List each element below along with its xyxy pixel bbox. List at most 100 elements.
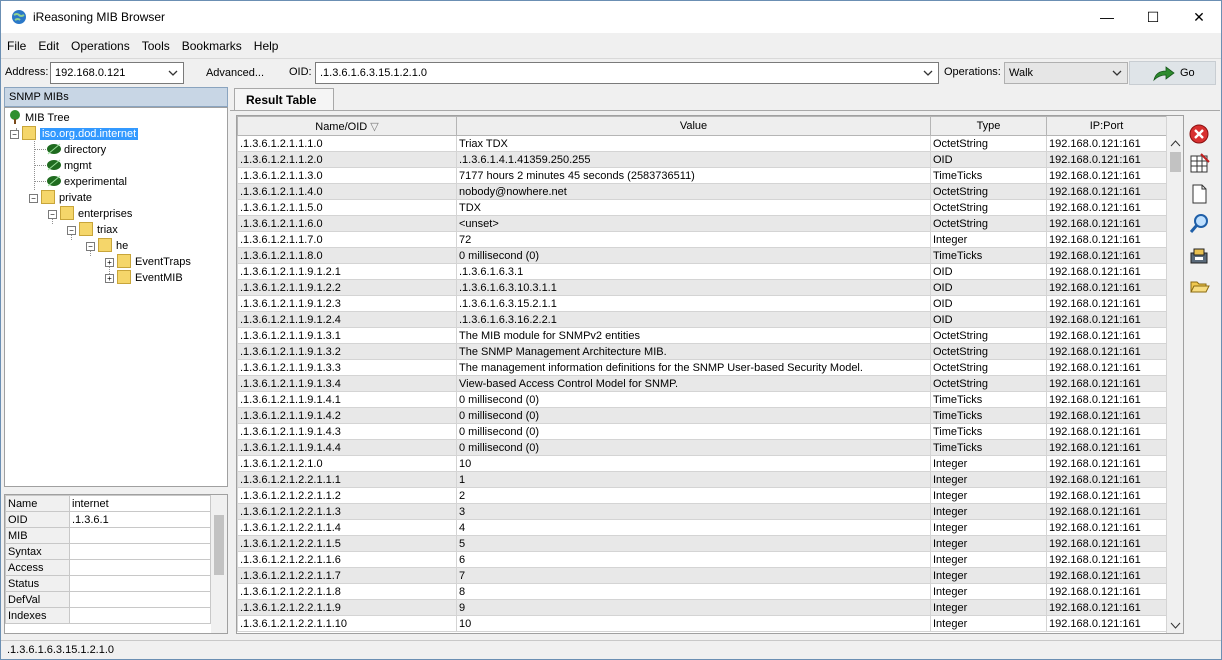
table-row[interactable]: .1.3.6.1.2.1.2.2.1.1.6 6 Integer 192.168.0.… [237, 551, 1167, 568]
properties-scrollbar[interactable] [211, 495, 227, 633]
minimize-button[interactable]: — [1084, 1, 1130, 33]
open-folder-icon[interactable] [1188, 275, 1210, 297]
prop-value[interactable] [69, 559, 211, 576]
cell-type: OctetString [930, 199, 1047, 216]
operations-select[interactable]: Walk [1004, 62, 1128, 84]
cell-oid: .1.3.6.1.2.1.1.9.1.4.4 [237, 439, 457, 456]
tree-icon [10, 110, 20, 124]
cell-ip-port: 192.168.0.121:161 [1046, 231, 1167, 248]
table-row[interactable]: .1.3.6.1.2.1.1.9.1.4.1 0 millisecond (0) T… [237, 391, 1167, 408]
tree-node-internet[interactable]: − iso.org.dod.internet [10, 126, 139, 142]
table-row[interactable]: .1.3.6.1.2.1.1.4.0 nobody@nowhere.net Octe… [237, 183, 1167, 200]
table-row[interactable]: .1.3.6.1.2.1.1.9.1.2.2.1.3.6.1.6.3.10.3.… [237, 279, 1167, 296]
collapse-icon[interactable]: − [67, 226, 76, 235]
table-row[interactable]: .1.3.6.1.2.1.1.9.1.2.3.1.3.6.1.6.3.15.2.… [237, 295, 1167, 312]
address-combo[interactable]: 192.168.0.121 [50, 62, 184, 84]
prop-value[interactable]: internet [69, 495, 211, 512]
table-row[interactable]: .1.3.6.1.2.1.2.2.1.1.5 5 Integer 192.168.0.… [237, 535, 1167, 552]
table-row[interactable]: .1.3.6.1.2.1.2.2.1.1.1 1 Integer 192.168.0.… [237, 471, 1167, 488]
tree-node-he[interactable]: − he [86, 238, 128, 254]
menu-file[interactable]: File [1, 35, 32, 57]
expand-icon[interactable]: + [105, 274, 114, 283]
table-row[interactable]: .1.3.6.1.2.1.1.3.0 7177 hours 2 minutes 4… [237, 167, 1167, 184]
column-header-ip-port[interactable]: IP:Port [1046, 116, 1167, 136]
table-row[interactable]: .1.3.6.1.2.1.2.2.1.1.9 9 Integer 192.168.0.… [237, 599, 1167, 616]
table-icon[interactable] [1188, 153, 1210, 175]
table-row[interactable]: .1.3.6.1.2.1.1.8.0 0 millisecond (0) TimeT… [237, 247, 1167, 264]
close-window-button[interactable]: ✕ [1176, 1, 1222, 33]
tree-node-private[interactable]: − private [29, 190, 92, 206]
table-scrollbar[interactable] [1166, 116, 1183, 633]
tree-node-directory[interactable]: directory [46, 142, 106, 158]
export-icon[interactable] [1188, 245, 1210, 267]
table-row[interactable]: .1.3.6.1.2.1.1.2.0.1.3.6.1.4.1.41359.250… [237, 151, 1167, 168]
scroll-thumb[interactable] [214, 515, 224, 575]
tree-node-mgmt[interactable]: mgmt [46, 158, 92, 174]
tree-root[interactable]: MIB Tree [7, 110, 70, 126]
scroll-thumb[interactable] [1170, 152, 1181, 172]
expand-icon[interactable]: + [105, 258, 114, 267]
table-row[interactable]: .1.3.6.1.2.1.2.2.1.1.8 8 Integer 192.168.0.… [237, 583, 1167, 600]
tree-node-experimental[interactable]: experimental [46, 174, 127, 190]
table-row[interactable]: .1.3.6.1.2.1.2.2.1.1.2 2 Integer 192.168.0.… [237, 487, 1167, 504]
column-header-value[interactable]: Value [456, 116, 931, 136]
prop-value[interactable] [69, 591, 211, 608]
table-row[interactable]: .1.3.6.1.2.1.1.7.0 72 Integer 192.168.0.121… [237, 231, 1167, 248]
tab-result-table[interactable]: Result Table [234, 88, 334, 111]
cell-type: TimeTicks [930, 407, 1047, 424]
column-header-name-oid[interactable]: Name/OID ▽ [237, 116, 457, 136]
stop-icon[interactable] [1188, 123, 1210, 145]
collapse-icon[interactable]: − [48, 210, 57, 219]
table-row[interactable]: .1.3.6.1.2.1.1.9.1.3.2 The SNMP Managemen… [237, 343, 1167, 360]
scroll-up-icon[interactable] [1170, 138, 1181, 148]
prop-key: Syntax [5, 543, 70, 560]
advanced-button[interactable]: Advanced... [199, 62, 271, 84]
table-row[interactable]: .1.3.6.1.2.1.1.9.1.3.1 The MIB module for… [237, 327, 1167, 344]
document-icon[interactable] [1188, 183, 1210, 205]
table-row[interactable]: .1.3.6.1.2.1.1.9.1.2.1.1.3.6.1.6.3.1 OID 1… [237, 263, 1167, 280]
cell-value: 10 [456, 455, 931, 472]
oid-label: OID: [289, 66, 312, 78]
prop-value[interactable] [69, 607, 211, 624]
menu-bookmarks[interactable]: Bookmarks [176, 35, 248, 57]
table-row[interactable]: .1.3.6.1.2.1.1.9.1.4.2 0 millisecond (0) T… [237, 407, 1167, 424]
table-row[interactable]: .1.3.6.1.2.1.2.2.1.1.3 3 Integer 192.168.0.… [237, 503, 1167, 520]
table-row[interactable]: .1.3.6.1.2.1.2.2.1.1.4 4 Integer 192.168.0.… [237, 519, 1167, 536]
table-row[interactable]: .1.3.6.1.2.1.1.9.1.3.3 The management inf… [237, 359, 1167, 376]
cell-value: TDX [456, 199, 931, 216]
scroll-down-icon[interactable] [1170, 621, 1181, 631]
find-icon[interactable] [1188, 213, 1210, 235]
cell-value: 7177 hours 2 minutes 45 seconds (2583736… [456, 167, 931, 184]
collapse-icon[interactable]: − [86, 242, 95, 251]
menu-operations[interactable]: Operations [65, 35, 136, 57]
table-row[interactable]: .1.3.6.1.2.1.1.9.1.4.4 0 millisecond (0) T… [237, 439, 1167, 456]
column-header-type[interactable]: Type [930, 116, 1047, 136]
table-row[interactable]: .1.3.6.1.2.1.2.2.1.1.10 10 Integer 192.168.… [237, 615, 1167, 632]
prop-value[interactable] [69, 527, 211, 544]
collapse-icon[interactable]: − [29, 194, 38, 203]
tree-node-enterprises[interactable]: − enterprises [48, 206, 132, 222]
table-row[interactable]: .1.3.6.1.2.1.1.9.1.3.4 View-based Access … [237, 375, 1167, 392]
table-row[interactable]: .1.3.6.1.2.1.2.1.0 10 Integer 192.168.0.121… [237, 455, 1167, 472]
go-button[interactable]: Go [1129, 61, 1216, 85]
tree-node-eventmib[interactable]: + EventMIB [105, 270, 183, 286]
cell-type: OctetString [930, 343, 1047, 360]
prop-value[interactable] [69, 543, 211, 560]
table-row[interactable]: .1.3.6.1.2.1.1.9.1.2.4.1.3.6.1.6.3.16.2.… [237, 311, 1167, 328]
menu-tools[interactable]: Tools [136, 35, 176, 57]
maximize-button[interactable]: ☐ [1130, 1, 1176, 33]
tree-node-triax[interactable]: − triax [67, 222, 118, 238]
table-row[interactable]: .1.3.6.1.2.1.1.1.0 Triax TDX OctetString 19… [237, 135, 1167, 152]
prop-value[interactable]: .1.3.6.1 [69, 511, 211, 528]
menu-edit[interactable]: Edit [32, 35, 65, 57]
tree-node-eventtraps[interactable]: + EventTraps [105, 254, 191, 270]
menu-help[interactable]: Help [248, 35, 285, 57]
table-row[interactable]: .1.3.6.1.2.1.2.2.1.1.7 7 Integer 192.168.0.… [237, 567, 1167, 584]
collapse-icon[interactable]: − [10, 130, 19, 139]
table-row[interactable]: .1.3.6.1.2.1.1.9.1.4.3 0 millisecond (0) T… [237, 423, 1167, 440]
prop-value[interactable] [69, 575, 211, 592]
table-row[interactable]: .1.3.6.1.2.1.1.5.0 TDX OctetString 192.168.… [237, 199, 1167, 216]
table-row[interactable]: .1.3.6.1.2.1.1.6.0 <unset> OctetString 192.… [237, 215, 1167, 232]
oid-combo[interactable]: .1.3.6.1.6.3.15.1.2.1.0 [315, 62, 939, 84]
mib-tree[interactable]: MIB Tree − iso.org.dod.internet directory… [4, 107, 228, 487]
